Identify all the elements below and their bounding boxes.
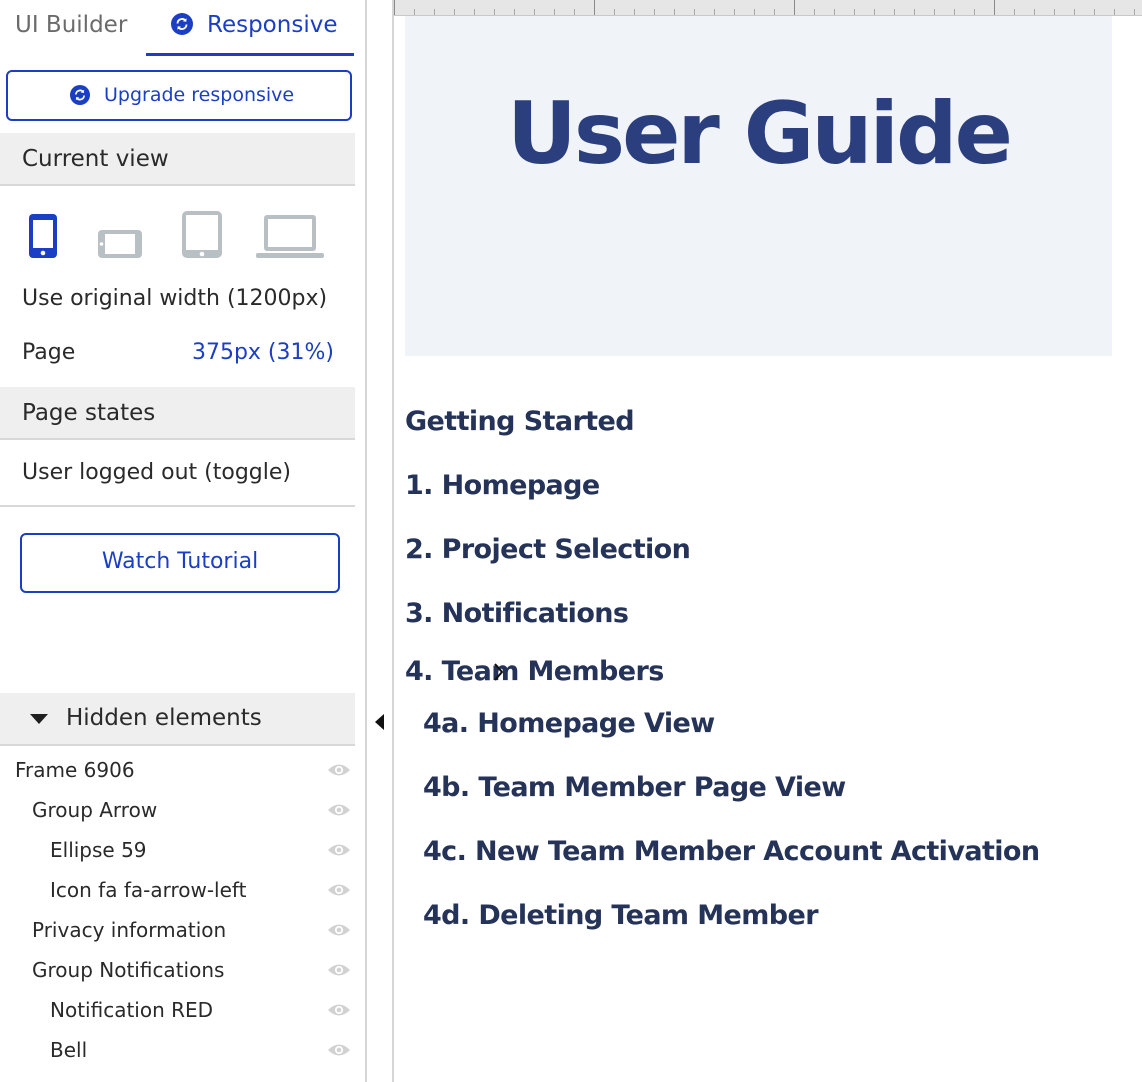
- eye-icon[interactable]: [327, 1042, 351, 1058]
- page-state-item[interactable]: User logged out (toggle): [22, 460, 291, 485]
- tree-item-privacy-information[interactable]: Privacy information: [0, 910, 355, 950]
- eye-icon[interactable]: [327, 1002, 351, 1018]
- sync-icon: [171, 13, 193, 35]
- tree-item-icon-arrow-left[interactable]: Icon fa fa-arrow-left: [0, 870, 355, 910]
- mouse-cursor-icon: [494, 663, 504, 681]
- toc-item-account-activation[interactable]: 4c. New Team Member Account Activation: [423, 836, 1040, 867]
- tree-item-label: Frame 6906: [15, 758, 135, 782]
- toc-item-team-member-page-view[interactable]: 4b. Team Member Page View: [423, 772, 846, 803]
- eye-icon[interactable]: [327, 962, 351, 978]
- responsive-panel: UI Builder Responsive Upgrade responsive…: [0, 0, 355, 1082]
- tree-item-ellipse-59[interactable]: Ellipse 59: [0, 830, 355, 870]
- toc-item-homepage[interactable]: 1. Homepage: [405, 470, 600, 501]
- hero-banner: User Guide: [405, 16, 1112, 356]
- tree-item-label: Group Notifications: [32, 958, 225, 982]
- tree-item-label: Privacy information: [32, 918, 227, 942]
- tree-item-label: Notification RED: [50, 998, 214, 1022]
- tree-item-label: Bell: [50, 1038, 88, 1062]
- panel-tabs: UI Builder Responsive: [0, 0, 355, 56]
- caret-down-icon: [30, 714, 48, 724]
- tree-item-label: Icon fa fa-arrow-left: [50, 878, 247, 902]
- tab-responsive[interactable]: Responsive: [146, 0, 354, 56]
- panel-splitter[interactable]: [355, 0, 367, 1082]
- tree-item-label: Group Arrow: [32, 798, 158, 822]
- tree-item-notification-red[interactable]: Notification RED: [0, 990, 355, 1030]
- phone-icon[interactable]: [28, 213, 58, 259]
- tab-ui-builder[interactable]: UI Builder: [15, 0, 127, 56]
- toc-item-deleting-team-member[interactable]: 4d. Deleting Team Member: [423, 900, 819, 931]
- tree-item-bell[interactable]: Bell: [0, 1030, 355, 1070]
- hero-title: User Guide: [507, 84, 1013, 184]
- hidden-elements-title: Hidden elements: [66, 705, 262, 731]
- toc-item-notifications[interactable]: 3. Notifications: [405, 598, 629, 629]
- tree-item-frame-6906[interactable]: Frame 6906: [0, 750, 355, 790]
- hidden-elements-header[interactable]: Hidden elements: [0, 693, 355, 746]
- use-original-width-option[interactable]: Use original width (1200px): [22, 286, 327, 311]
- toc-item-project-selection[interactable]: 2. Project Selection: [405, 534, 691, 565]
- eye-icon[interactable]: [327, 762, 351, 778]
- tree-item-group-notifications[interactable]: Group Notifications: [0, 950, 355, 990]
- toc-item-getting-started[interactable]: Getting Started: [405, 406, 635, 437]
- current-view-header: Current view: [0, 133, 355, 186]
- phone-landscape-icon[interactable]: [97, 229, 143, 259]
- watch-tutorial-label: Watch Tutorial: [101, 549, 259, 574]
- ruler: [394, 0, 1142, 16]
- tab-responsive-label: Responsive: [207, 12, 338, 38]
- laptop-icon[interactable]: [256, 214, 324, 259]
- page-width-value[interactable]: 375px (31%): [192, 340, 334, 365]
- page-width-label: Page: [22, 340, 76, 365]
- eye-icon[interactable]: [327, 922, 351, 938]
- eye-icon[interactable]: [327, 882, 351, 898]
- tree-item-group-arrow[interactable]: Group Arrow: [0, 790, 355, 830]
- upgrade-responsive-label: Upgrade responsive: [104, 84, 295, 106]
- watch-tutorial-button[interactable]: Watch Tutorial: [20, 533, 340, 593]
- canvas-edge: [392, 0, 394, 1082]
- eye-icon[interactable]: [327, 802, 351, 818]
- eye-icon[interactable]: [327, 842, 351, 858]
- page-states-header: Page states: [0, 387, 355, 440]
- toc-item-homepage-view[interactable]: 4a. Homepage View: [423, 708, 715, 739]
- caret-left-icon[interactable]: [375, 714, 384, 730]
- upgrade-responsive-button[interactable]: Upgrade responsive: [6, 70, 352, 121]
- tablet-icon[interactable]: [181, 210, 223, 259]
- divider: [0, 505, 355, 507]
- toc-item-team-members[interactable]: 4. Team Members: [405, 656, 664, 687]
- sync-icon: [70, 85, 90, 105]
- tree-item-label: Ellipse 59: [50, 838, 147, 862]
